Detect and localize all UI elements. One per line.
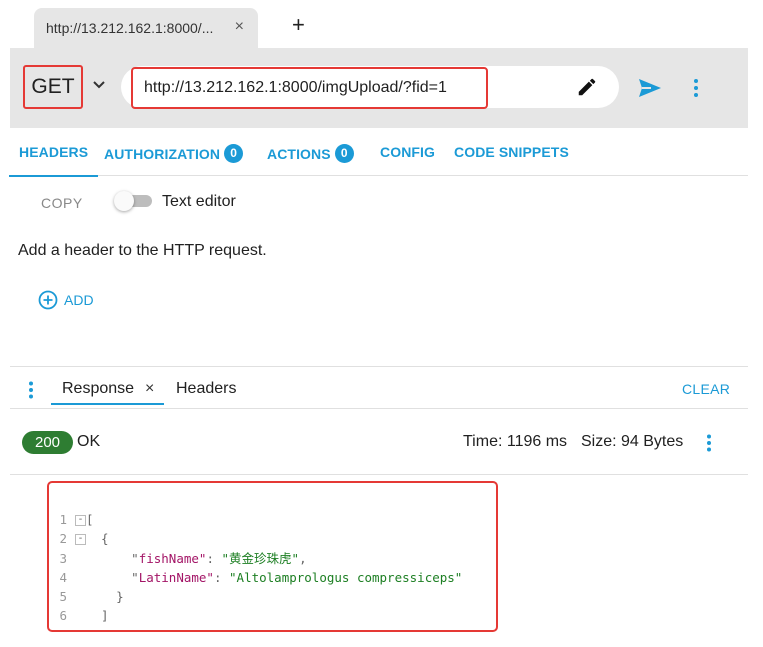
add-header-button[interactable]: ADD [38,290,94,310]
actions-count-badge: 0 [334,144,354,163]
pencil-icon[interactable] [576,76,598,98]
line-number: 2 [59,531,67,547]
http-method-select[interactable]: GET [23,65,83,109]
tab-authorization[interactable]: AUTHORIZATION 0 [104,144,244,163]
request-url-bar: GET http://13.212.162.1:8000/imgUpload/?… [10,48,748,128]
line-number: 6 [59,608,67,624]
tab-config[interactable]: CONFIG [380,144,435,160]
tab-headers-label: HEADERS [19,144,89,160]
tab-actions-label: ACTIONS [267,145,331,162]
line-number: 3 [59,550,67,566]
json-value: Altolamprologus compressiceps [236,569,455,585]
json-key: LatinName [138,569,207,585]
fold-toggle-icon[interactable]: - [75,534,86,546]
browser-tab-strip: http://13.212.162.1:8000/... × + [0,0,763,48]
code-text: [ [86,512,94,527]
more-vertical-icon[interactable] [693,78,699,98]
line-number: 4 [59,569,67,585]
code-line: 5 } [57,587,462,606]
text-editor-toggle[interactable] [114,191,154,211]
divider [10,474,748,475]
toggle-knob [114,191,134,211]
code-line: 4 "LatinName": "Altolamprologus compress… [57,568,462,587]
more-vertical-icon[interactable] [28,381,34,399]
code-line: 1-[ [57,510,462,529]
text-editor-label: Text editor [162,193,236,210]
tab-response-headers[interactable]: Headers [176,380,236,398]
response-size: Size: 94 Bytes [581,433,684,450]
browser-tab[interactable]: http://13.212.162.1:8000/... × [34,8,258,48]
tab-authorization-label: AUTHORIZATION [104,145,221,162]
more-vertical-icon[interactable] [706,434,712,452]
divider [10,408,748,409]
code-line: 6 ] [57,606,462,625]
tab-code-snippets-label: CODE SNIPPETS [454,144,569,160]
url-input[interactable]: http://13.212.162.1:8000/imgUpload/?fid=… [131,67,488,109]
browser-tab-title: http://13.212.162.1:8000/... [46,20,214,36]
tab-response-label: Response [62,380,135,397]
add-header-label: ADD [64,292,94,308]
code-text: } [86,589,124,605]
close-tab-icon[interactable]: × [235,19,244,35]
code-line: 3 "fishName": "黄金珍珠虎", [57,549,462,568]
tab-config-label: CONFIG [380,144,436,160]
authorization-count-badge: 0 [224,144,244,163]
code-line: 2- { [57,529,462,548]
close-icon[interactable]: × [145,380,154,398]
tab-headers[interactable]: HEADERS [8,144,99,177]
tab-response[interactable]: Response × [51,378,164,405]
send-icon[interactable] [638,78,662,98]
code-text: ] [86,608,109,624]
response-body-code: 1-[ 2- { 3 "fishName": "黄金珍珠虎", 4 "Latin… [57,510,462,626]
request-tabs: HEADERS AUTHORIZATION 0 ACTIONS 0 CONFIG… [8,128,748,177]
line-number: 5 [59,589,67,605]
chevron-down-icon[interactable] [92,78,106,92]
line-number: 1 [59,512,67,527]
json-value: 黄金珍珠虎 [229,550,292,566]
response-time: Time: 1196 ms [463,433,568,450]
headers-hint-text: Add a header to the HTTP request. [18,242,267,259]
copy-button[interactable]: COPY [41,195,83,211]
tab-actions[interactable]: ACTIONS 0 [267,144,354,163]
code-text: { [86,531,109,547]
tab-code-snippets[interactable]: CODE SNIPPETS [454,144,569,160]
clear-button[interactable]: CLEAR [682,381,730,397]
json-key: fishName [138,550,199,566]
status-code-badge: 200 [22,431,73,454]
status-text: OK [77,433,101,450]
add-circle-icon [38,290,58,310]
new-tab-button[interactable]: + [292,14,305,36]
divider [10,366,748,367]
fold-toggle-icon[interactable]: - [75,515,86,526]
